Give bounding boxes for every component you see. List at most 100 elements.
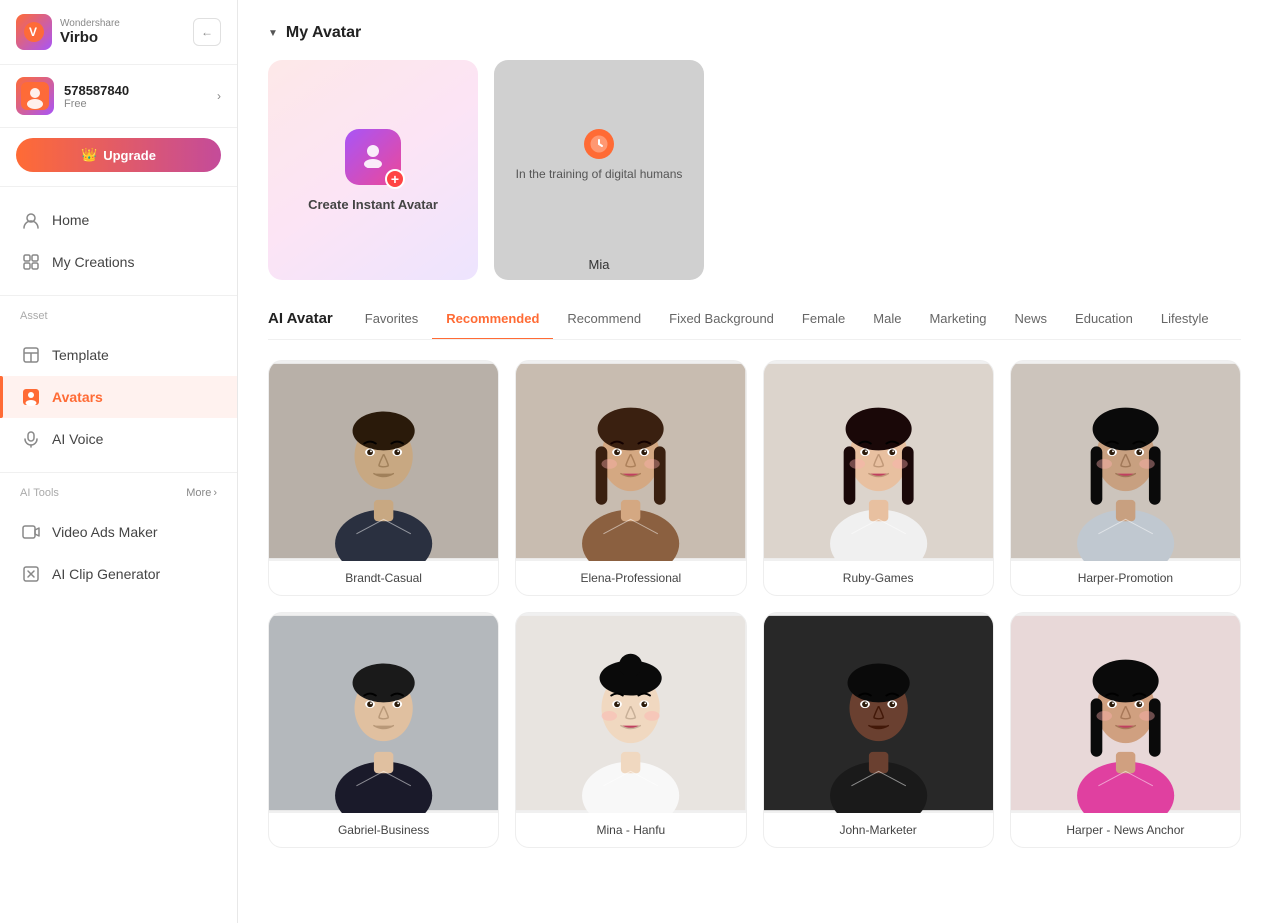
tab-fixed-bg[interactable]: Fixed Background (655, 311, 788, 339)
plus-icon: + (385, 169, 405, 189)
avatar-image-harper-p (1011, 361, 1240, 561)
avatar-image-mina (516, 613, 745, 813)
avatar-image-harper-n (1011, 613, 1240, 813)
ai-clip-icon (20, 563, 42, 585)
app-name: Virbo (60, 29, 120, 46)
my-avatar-cards: + Create Instant Avatar In the training … (268, 60, 1241, 280)
avatar-card-harper-n[interactable]: Harper - News Anchor (1010, 612, 1241, 848)
logo-area: V Wondershare Virbo (16, 14, 120, 50)
collapse-button[interactable]: ← (193, 18, 221, 46)
ai-voice-label: AI Voice (52, 431, 103, 447)
avatar-tab-list: FavoritesRecommendedRecommendFixed Backg… (351, 311, 1223, 339)
tab-recommended[interactable]: Recommended (432, 311, 553, 339)
tools-section-row: AI Tools More › (0, 477, 237, 503)
more-label: More (186, 487, 211, 499)
tab-marketing[interactable]: Marketing (915, 311, 1000, 339)
tools-section-label: AI Tools (20, 487, 59, 499)
create-avatar-label: Create Instant Avatar (308, 197, 438, 212)
avatar-card-john[interactable]: John-Marketer (763, 612, 994, 848)
avatar-image-john (764, 613, 993, 813)
avatar-card-brandt[interactable]: Brandt-Casual (268, 360, 499, 596)
create-instant-avatar-card[interactable]: + Create Instant Avatar (268, 60, 478, 280)
avatar-label-ruby: Ruby-Games (764, 561, 993, 595)
tab-news[interactable]: News (1001, 311, 1062, 339)
crown-icon: 👑 (81, 147, 97, 163)
my-avatar-section: ▼ My Avatar (268, 24, 1241, 42)
ai-avatar-title: AI Avatar (268, 310, 351, 339)
chevron-down-icon: ▼ (268, 28, 278, 39)
avatar-label-mina: Mina - Hanfu (516, 813, 745, 847)
avatar-label-john: John-Marketer (764, 813, 993, 847)
user-area: 578587840 Free › (0, 65, 237, 128)
tab-recommend[interactable]: Recommend (553, 311, 655, 339)
sidebar: V Wondershare Virbo ← 578587840 Free › (0, 0, 238, 923)
user-info: 578587840 Free (64, 83, 207, 110)
sidebar-item-ai-clip[interactable]: AI Clip Generator (0, 553, 237, 595)
sidebar-item-template[interactable]: Template (0, 334, 237, 376)
avatars-label: Avatars (52, 389, 103, 405)
main-nav: Home My Creations (0, 191, 237, 291)
person-plus-icon (359, 140, 387, 174)
upgrade-button[interactable]: 👑 Upgrade (16, 138, 221, 172)
avatar-grid: Brandt-Casual (268, 360, 1241, 848)
sidebar-item-my-creations[interactable]: My Creations (0, 241, 237, 283)
asset-section-label: Asset (0, 300, 237, 326)
main-content: ▼ My Avatar + Create Instant Avatar (238, 0, 1271, 923)
asset-nav: Template Avatars AI Voice (0, 326, 237, 468)
avatar-label-elena: Elena-Professional (516, 561, 745, 595)
tab-lifestyle[interactable]: Lifestyle (1147, 311, 1223, 339)
avatar-label-gabriel: Gabriel-Business (269, 813, 498, 847)
avatar-card-gabriel[interactable]: Gabriel-Business (268, 612, 499, 848)
training-avatar-card[interactable]: In the training of digital humans Mia (494, 60, 704, 280)
tab-favorites[interactable]: Favorites (351, 311, 432, 339)
training-status-text: In the training of digital humans (516, 167, 683, 181)
tab-female[interactable]: Female (788, 311, 859, 339)
template-icon (20, 344, 42, 366)
template-label: Template (52, 347, 109, 363)
sidebar-header: V Wondershare Virbo ← (0, 0, 237, 65)
ai-clip-label: AI Clip Generator (52, 566, 160, 582)
divider-3 (0, 472, 237, 473)
sidebar-item-avatars[interactable]: Avatars (0, 376, 237, 418)
user-avatar (16, 77, 54, 115)
user-id: 578587840 (64, 83, 207, 98)
ai-avatar-header: AI Avatar FavoritesRecommendedRecommendF… (268, 310, 1241, 340)
divider-2 (0, 295, 237, 296)
user-plan: Free (64, 98, 207, 110)
avatar-label-brandt: Brandt-Casual (269, 561, 498, 595)
sidebar-item-ai-voice[interactable]: AI Voice (0, 418, 237, 460)
avatar-image-ruby (764, 361, 993, 561)
tab-male[interactable]: Male (859, 311, 915, 339)
tab-education[interactable]: Education (1061, 311, 1147, 339)
upgrade-label: Upgrade (103, 148, 156, 163)
clock-icon (584, 129, 614, 159)
avatar-card-harper-p[interactable]: Harper-Promotion (1010, 360, 1241, 596)
avatar-card-ruby[interactable]: Ruby-Games (763, 360, 994, 596)
avatars-icon (20, 386, 42, 408)
training-avatar-name: Mia (589, 257, 610, 272)
avatar-card-elena[interactable]: Elena-Professional (515, 360, 746, 596)
sidebar-item-video-ads[interactable]: Video Ads Maker (0, 511, 237, 553)
create-icon-wrap: + (345, 129, 401, 185)
brand-name: Wondershare (60, 18, 120, 29)
user-expand-icon[interactable]: › (217, 89, 221, 103)
ai-voice-icon (20, 428, 42, 450)
my-creations-label: My Creations (52, 254, 134, 270)
avatar-image-elena (516, 361, 745, 561)
logo-text: Wondershare Virbo (60, 18, 120, 46)
avatar-card-mina[interactable]: Mina - Hanfu (515, 612, 746, 848)
avatar-image-gabriel (269, 613, 498, 813)
training-overlay: In the training of digital humans (494, 60, 704, 250)
divider-1 (0, 186, 237, 187)
svg-text:V: V (29, 25, 37, 39)
video-ads-icon (20, 521, 42, 543)
home-label: Home (52, 212, 89, 228)
more-chevron-icon: › (213, 487, 217, 499)
home-icon (20, 209, 42, 231)
avatar-label-harper-n: Harper - News Anchor (1011, 813, 1240, 847)
avatar-image-brandt (269, 361, 498, 561)
creations-icon (20, 251, 42, 273)
tools-more-link[interactable]: More › (186, 487, 217, 499)
sidebar-item-home[interactable]: Home (0, 199, 237, 241)
avatar-label-harper-p: Harper-Promotion (1011, 561, 1240, 595)
